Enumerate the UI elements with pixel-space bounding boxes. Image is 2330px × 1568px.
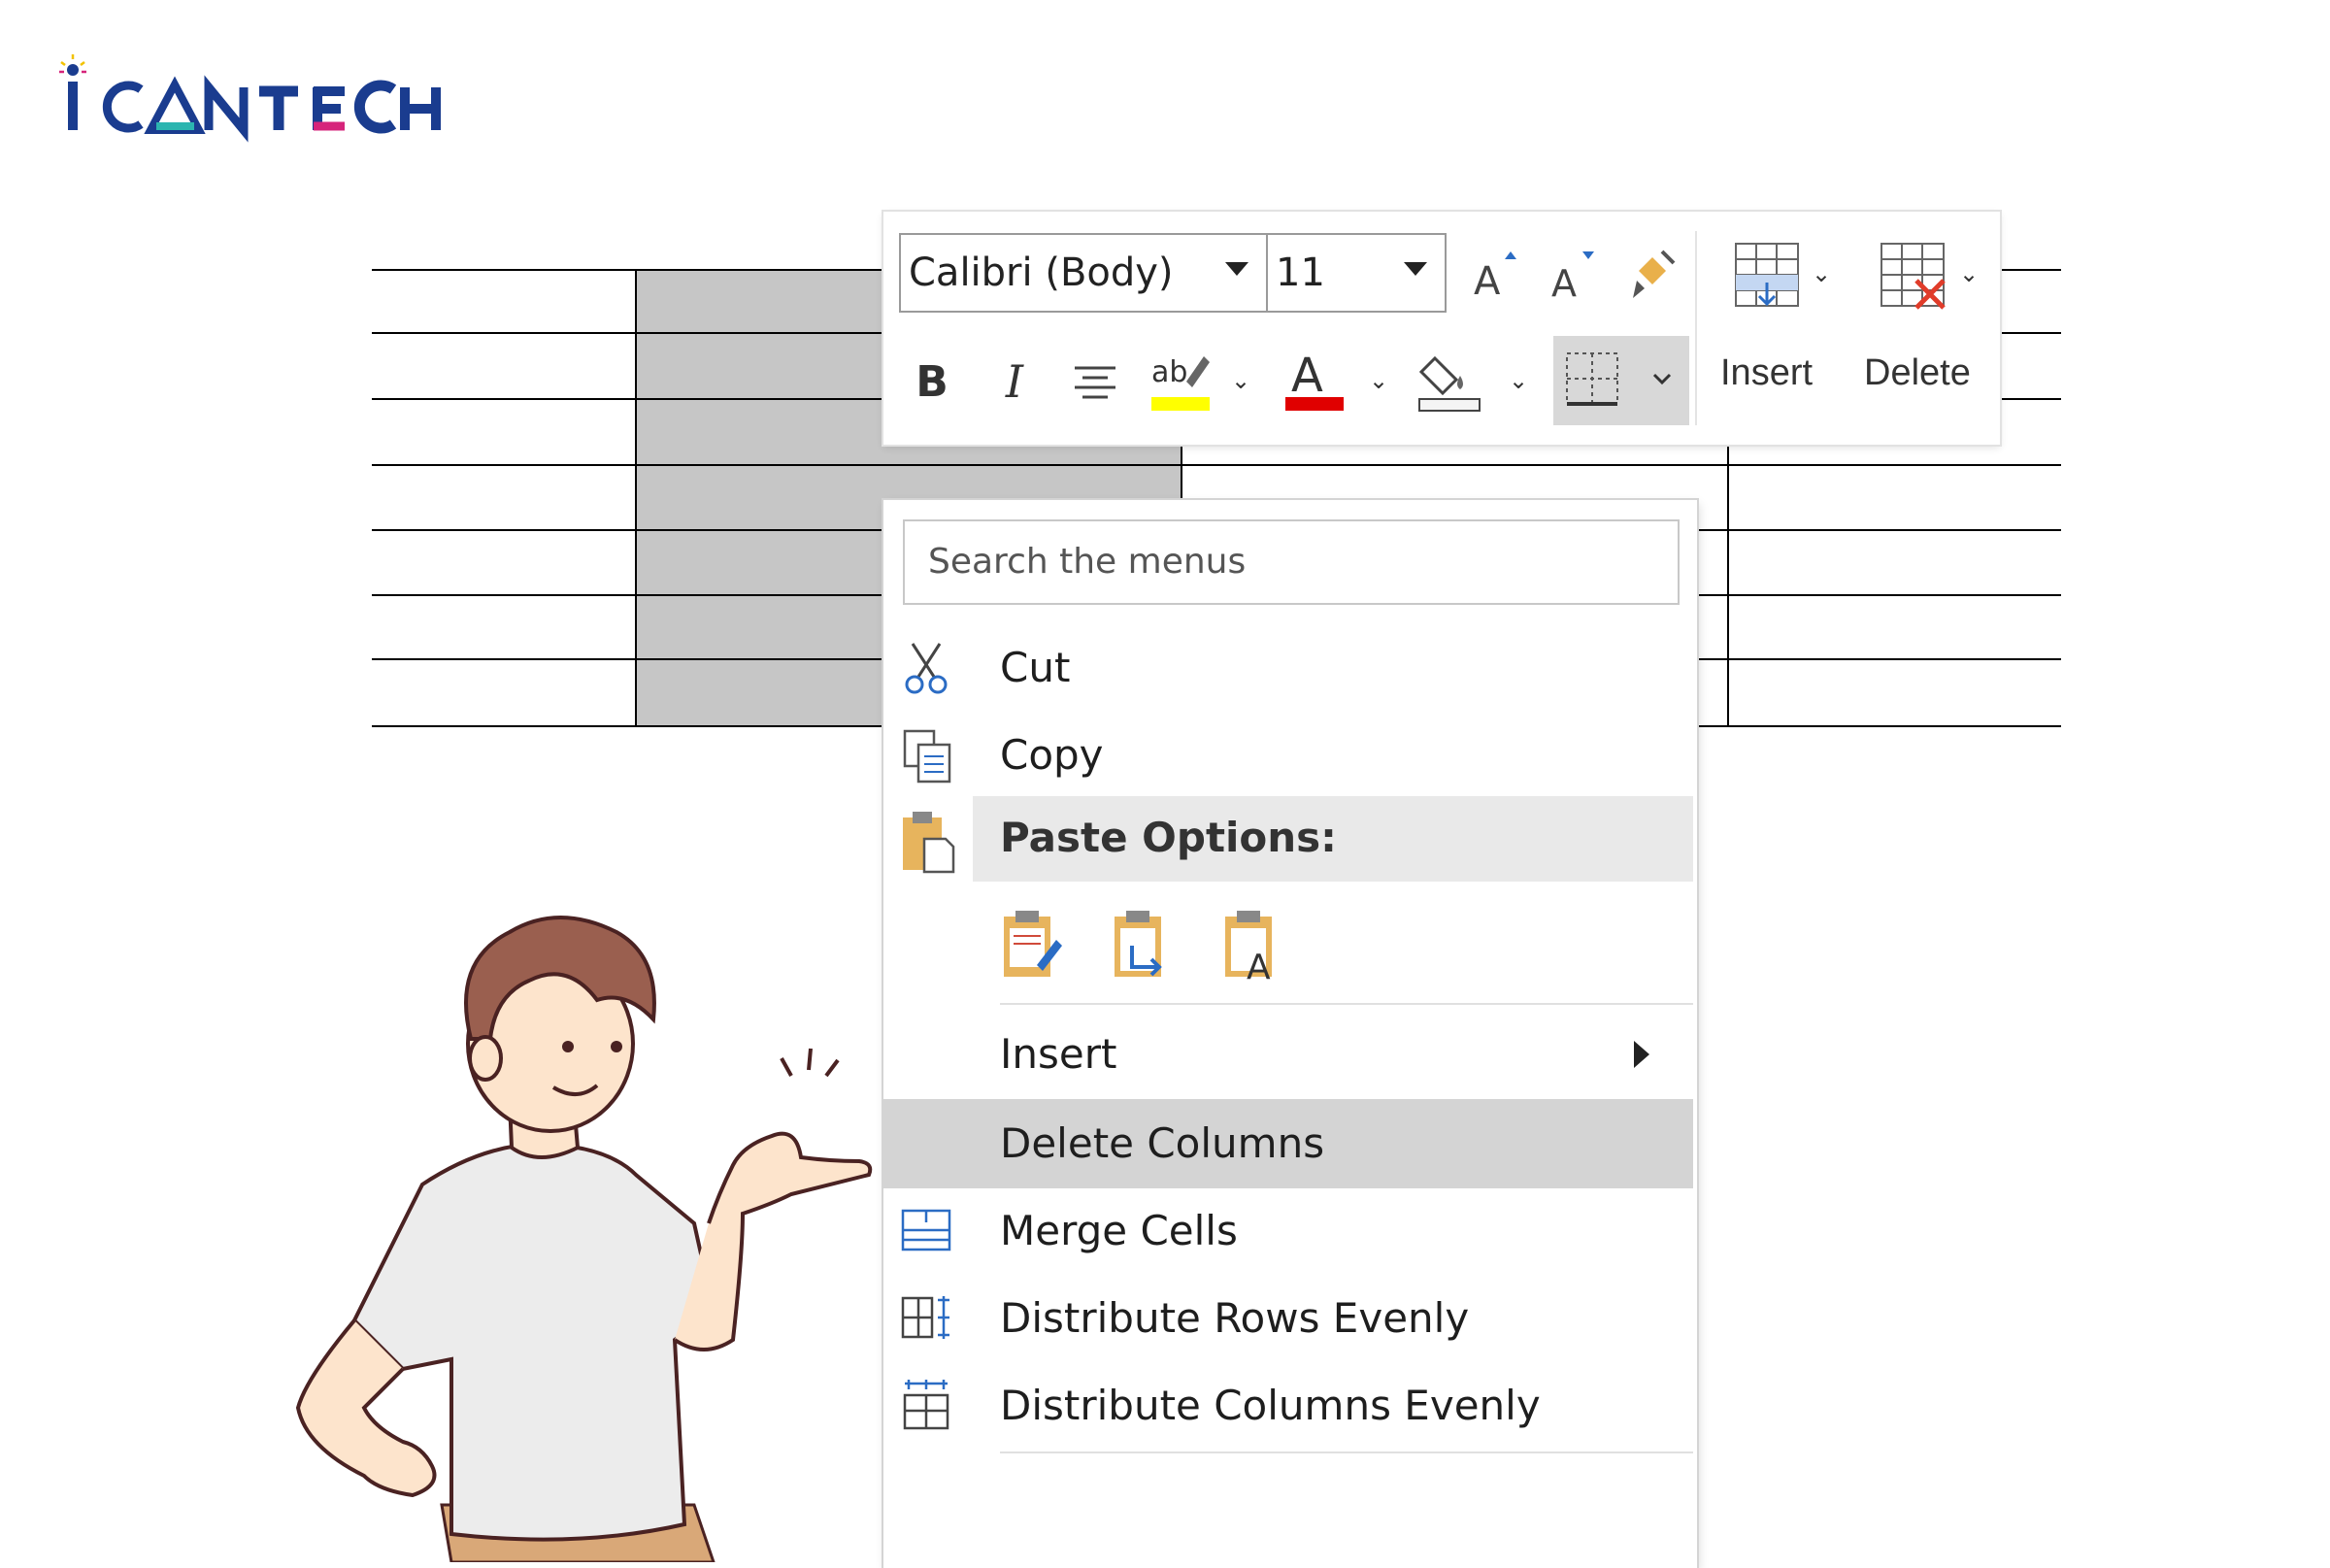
format-painter-icon[interactable]	[1621, 241, 1680, 309]
font-size-dropdown-icon[interactable]	[1404, 262, 1427, 276]
keep-text-only-icon[interactable]: A	[1219, 907, 1287, 987]
shrink-font-icon[interactable]: A	[1544, 241, 1602, 309]
menu-item-insert[interactable]: Insert	[883, 1013, 1693, 1096]
merge-cells-icon	[899, 1203, 957, 1261]
submenu-arrow-icon	[1634, 1041, 1649, 1068]
svg-text:A: A	[1551, 262, 1577, 304]
scissors-icon	[899, 640, 957, 698]
distribute-rows-icon	[899, 1290, 957, 1349]
menu-item-distribute-columns[interactable]: Distribute Columns Evenly	[883, 1364, 1693, 1448]
menu-label-cut: Cut	[1000, 644, 1071, 691]
highlight-dropdown-icon[interactable]: ⌄	[1231, 367, 1250, 394]
font-size-value: 11	[1276, 250, 1325, 295]
menu-item-merge-cells[interactable]: Merge Cells	[883, 1189, 1693, 1273]
table-insert-icon[interactable]	[1728, 236, 1806, 314]
menu-item-paste-options: Paste Options:	[883, 796, 1693, 882]
menu-item-copy[interactable]: Copy	[883, 714, 1693, 797]
svg-text:A: A	[1291, 349, 1323, 403]
menu-item-distribute-rows[interactable]: Distribute Rows Evenly	[883, 1277, 1693, 1360]
search-input[interactable]: Search the menus	[903, 519, 1680, 605]
menu-item-cut[interactable]: Cut	[883, 626, 1693, 710]
align-center-icon[interactable]	[1066, 348, 1124, 416]
delete-label[interactable]: Delete	[1864, 352, 1971, 394]
font-name-box[interactable]: Calibri (Body)	[899, 233, 1268, 313]
delete-dropdown-icon[interactable]: ⌄	[1959, 260, 1979, 287]
menu-label-insert: Insert	[1000, 1030, 1117, 1078]
menu-label-distribute-columns: Distribute Columns Evenly	[1000, 1382, 1541, 1429]
font-color-icon[interactable]: A	[1282, 343, 1346, 417]
font-name-dropdown-icon[interactable]	[1225, 262, 1248, 276]
menu-label-merge-cells: Merge Cells	[1000, 1207, 1238, 1254]
clipboard-icon	[899, 810, 957, 874]
paste-options-row: A	[883, 893, 1693, 1000]
italic-glyph: I	[1005, 355, 1024, 408]
menu-item-delete-columns[interactable]: Delete Columns	[883, 1099, 1693, 1188]
svg-text:A: A	[1474, 259, 1501, 304]
highlight-icon[interactable]: ab	[1148, 343, 1212, 417]
menu-label-distribute-rows: Distribute Rows Evenly	[1000, 1294, 1470, 1342]
distribute-columns-icon	[899, 1378, 957, 1436]
table-delete-icon[interactable]	[1874, 236, 1951, 314]
copy-icon	[899, 727, 957, 785]
svg-text:ab: ab	[1151, 355, 1187, 389]
font-color-dropdown-icon[interactable]: ⌄	[1369, 367, 1388, 394]
insert-dropdown-icon[interactable]: ⌄	[1812, 260, 1831, 287]
bold-glyph: B	[915, 356, 949, 407]
menu-label-paste-options: Paste Options:	[1000, 814, 1337, 861]
person-illustration	[286, 903, 888, 1564]
bold-button[interactable]: B	[903, 348, 961, 416]
menu-label-delete-columns: Delete Columns	[1000, 1119, 1325, 1167]
italic-button[interactable]: I	[985, 348, 1044, 416]
shading-dropdown-icon[interactable]: ⌄	[1509, 367, 1528, 394]
brand-logo	[53, 50, 442, 148]
search-placeholder: Search the menus	[928, 542, 1247, 582]
shading-icon[interactable]	[1415, 343, 1483, 417]
grow-font-icon[interactable]: A	[1466, 241, 1524, 309]
logo-graphic	[59, 54, 441, 143]
mini-toolbar: Calibri (Body) 11 A A B I ab ⌄ A ⌄ ⌄ ⌄ I	[883, 212, 2000, 445]
context-menu: Search the menus Cut Copy Paste Options:…	[883, 500, 1697, 1568]
svg-text:A: A	[1247, 948, 1271, 984]
borders-button[interactable]	[1553, 336, 1689, 425]
merge-formatting-icon[interactable]	[1109, 907, 1177, 984]
menu-label-copy: Copy	[1000, 731, 1104, 779]
keep-source-formatting-icon[interactable]	[998, 907, 1066, 984]
font-name-value: Calibri (Body)	[909, 250, 1174, 295]
insert-label[interactable]: Insert	[1720, 352, 1813, 394]
